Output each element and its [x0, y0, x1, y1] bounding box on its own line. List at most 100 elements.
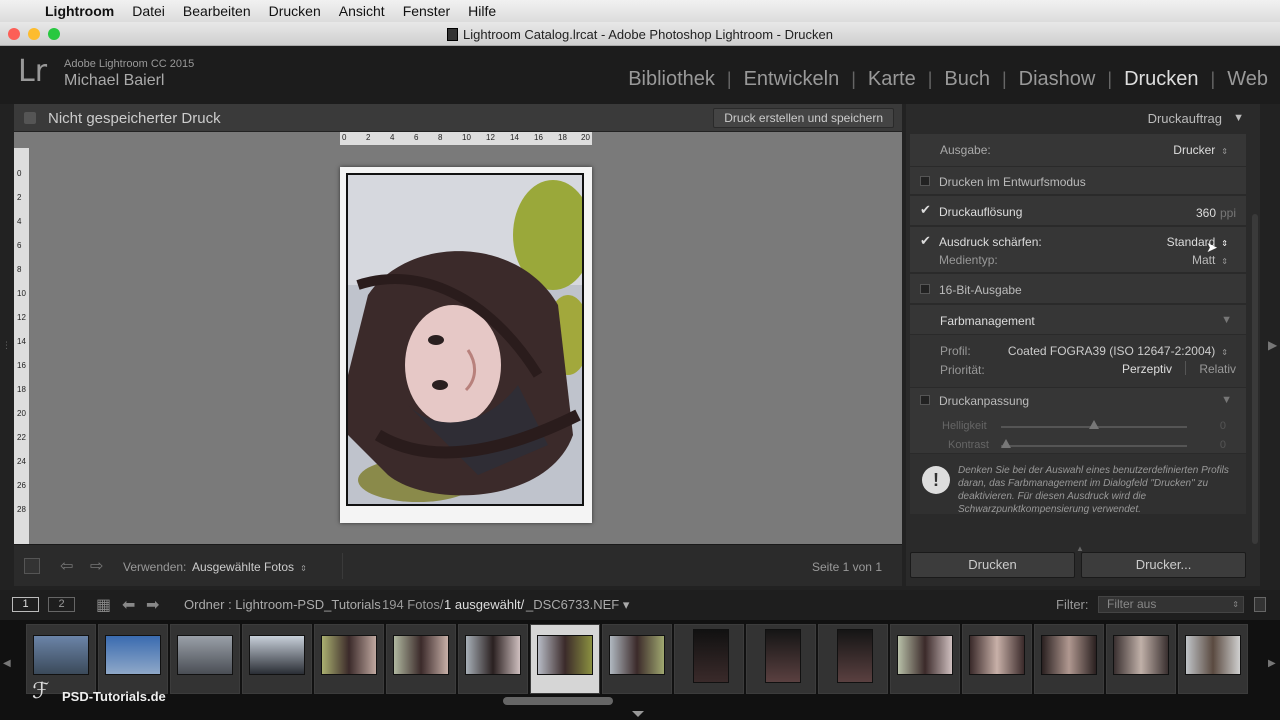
contrast-slider[interactable]	[1001, 445, 1187, 447]
print-job-panel: Druckauftrag ▼ Ausgabe: Drucker ⇕ Drucken…	[906, 104, 1260, 586]
sharpen-select[interactable]: Standard ⇕	[1167, 235, 1228, 249]
collapse-bottom-arrow-icon[interactable]	[632, 711, 644, 717]
filmstrip-thumb-12[interactable]	[818, 624, 888, 694]
priority-divider	[1185, 361, 1186, 375]
use-select[interactable]: Ausgewählte Fotos ⇕	[192, 560, 307, 574]
filmstrip-thumb-8-selected[interactable]	[530, 624, 600, 694]
module-buch[interactable]: Buch	[932, 68, 1002, 91]
menu-ansicht[interactable]: Ansicht	[330, 3, 394, 19]
filmstrip-thumb-16[interactable]	[1106, 624, 1176, 694]
folder-source[interactable]: Ordner : Lightroom-PSD_Tutorials	[184, 597, 381, 612]
filmstrip: ◀ ▶ ℱ PSD-Tutorials.de	[0, 620, 1280, 720]
filmstrip-thumb-15[interactable]	[1034, 624, 1104, 694]
resolution-value[interactable]: 360	[1196, 206, 1216, 220]
watermark-text: PSD-Tutorials.de	[62, 689, 166, 704]
filmstrip-left-arrow-icon[interactable]: ◀	[3, 658, 11, 669]
menu-app[interactable]: Lightroom	[36, 3, 123, 19]
resolution-checkbox[interactable]: ✔	[920, 203, 931, 216]
warning-icon: !	[922, 466, 950, 494]
draft-mode-checkbox[interactable]	[920, 176, 930, 186]
portrait-photo-image	[348, 175, 582, 504]
print-job-title[interactable]: Druckauftrag	[1148, 111, 1222, 126]
profile-note: ! Denken Sie bei der Auswahl eines benut…	[910, 454, 1246, 515]
filmstrip-thumb-6[interactable]	[386, 624, 456, 694]
filmstrip-scrollbar[interactable]	[503, 697, 613, 705]
brightness-slider-knob[interactable]	[1089, 420, 1099, 429]
mouse-cursor-icon: ➤	[1206, 239, 1218, 255]
filmstrip-thumb-7[interactable]	[458, 624, 528, 694]
filmstrip-thumb-17[interactable]	[1178, 624, 1248, 694]
profile-section: Profil: Coated FOGRA39 (ISO 12647-2:2004…	[910, 335, 1246, 387]
draft-mode-label: Drucken im Entwurfsmodus	[939, 175, 1086, 189]
filmstrip-thumb-5[interactable]	[314, 624, 384, 694]
draft-mode-row: Drucken im Entwurfsmodus	[910, 166, 1246, 194]
right-panel-toggle-icon[interactable]: ▶	[1268, 338, 1277, 352]
filmstrip-right-arrow-icon[interactable]: ▶	[1268, 658, 1276, 669]
output-select[interactable]: Drucker ⇕	[1173, 143, 1228, 157]
previous-page-icon[interactable]: ⇦	[60, 556, 73, 576]
contrast-slider-knob[interactable]	[1001, 439, 1011, 448]
print-adjust-checkbox[interactable]	[920, 395, 930, 405]
next-page-icon[interactable]: ⇨	[90, 556, 103, 576]
filter-label: Filter:	[1056, 597, 1089, 612]
back-arrow-icon[interactable]: ⬅	[122, 595, 135, 615]
toolbar-divider	[342, 553, 343, 579]
module-diashow[interactable]: Diashow	[1007, 68, 1108, 91]
filmstrip-thumb-10[interactable]	[674, 624, 744, 694]
screen-1-button[interactable]: 1	[12, 597, 39, 612]
filmstrip-thumb-11[interactable]	[746, 624, 816, 694]
selected-count: 1 ausgewählt/	[444, 597, 525, 612]
module-drucken[interactable]: Drucken	[1112, 68, 1210, 91]
resolution-unit: ppi	[1219, 206, 1236, 220]
filmstrip-thumb-14[interactable]	[962, 624, 1032, 694]
module-karte[interactable]: Karte	[856, 68, 928, 91]
page-indicator: Seite 1 von 1	[811, 560, 882, 574]
filmstrip-thumb-13[interactable]	[890, 624, 960, 694]
color-management-header[interactable]: Farbmanagement ▼	[910, 304, 1246, 334]
user-name: Michael Baierl	[64, 72, 165, 89]
module-entwickeln[interactable]: Entwickeln	[732, 68, 852, 91]
filter-select[interactable]: Filter aus ⇕	[1098, 596, 1244, 613]
contrast-label: Kontrast	[948, 439, 989, 451]
panel-scrollbar[interactable]	[1252, 214, 1258, 544]
collapse-triangle-icon[interactable]: ▼	[1233, 112, 1244, 124]
print-adjust-triangle-icon[interactable]: ▼	[1221, 394, 1232, 406]
filter-lock-icon[interactable]	[1254, 597, 1266, 612]
menu-fenster[interactable]: Fenster	[394, 3, 459, 19]
resolution-label: Druckauflösung	[939, 205, 1023, 219]
filmstrip-thumb-2[interactable]	[98, 624, 168, 694]
page-overview-icon[interactable]	[24, 558, 40, 574]
print-photo[interactable]	[346, 173, 584, 506]
bit16-checkbox[interactable]	[920, 284, 930, 294]
menu-drucken[interactable]: Drucken	[260, 3, 330, 19]
document-icon	[447, 28, 458, 41]
print-adjust-label: Druckanpassung	[939, 394, 1030, 408]
sharpen-checkbox[interactable]: ✔	[920, 234, 931, 247]
printer-button[interactable]: Drucker...	[1081, 552, 1246, 578]
print-title: Nicht gespeicherter Druck	[48, 110, 221, 127]
filename[interactable]: _DSC6733.NEF ▾	[526, 597, 629, 613]
watermark-logo-icon: ℱ	[32, 678, 50, 703]
module-web[interactable]: Web	[1215, 68, 1280, 91]
profile-note-text: Denken Sie bei der Auswahl eines benutze…	[958, 465, 1229, 515]
priority-perceptual[interactable]: Perzeptiv	[1122, 362, 1172, 376]
profile-label: Profil:	[940, 344, 971, 358]
menu-datei[interactable]: Datei	[123, 3, 174, 19]
create-saved-print-button[interactable]: Druck erstellen und speichern	[713, 108, 894, 128]
left-panel-toggle-icon[interactable]: ⋮	[2, 340, 11, 351]
menu-bearbeiten[interactable]: Bearbeiten	[174, 3, 260, 19]
screen-2-button[interactable]: 2	[48, 597, 75, 612]
bit16-label: 16-Bit-Ausgabe	[939, 283, 1022, 297]
print-button[interactable]: Drucken	[910, 552, 1075, 578]
menu-hilfe[interactable]: Hilfe	[459, 3, 505, 19]
module-bibliothek[interactable]: Bibliothek	[616, 68, 727, 91]
color-management-triangle-icon[interactable]: ▼	[1221, 314, 1232, 326]
forward-arrow-icon[interactable]: ➡	[146, 595, 159, 615]
filmstrip-thumb-9[interactable]	[602, 624, 672, 694]
priority-relative[interactable]: Relativ	[1199, 362, 1236, 376]
filmstrip-thumb-4[interactable]	[242, 624, 312, 694]
print-toolbar: ⇦ ⇨ Verwenden: Ausgewählte Fotos ⇕ Seite …	[14, 544, 902, 586]
profile-select[interactable]: Coated FOGRA39 (ISO 12647-2:2004) ⇕	[1008, 344, 1228, 358]
grid-view-icon[interactable]: ▦	[96, 595, 111, 615]
filmstrip-thumb-3[interactable]	[170, 624, 240, 694]
